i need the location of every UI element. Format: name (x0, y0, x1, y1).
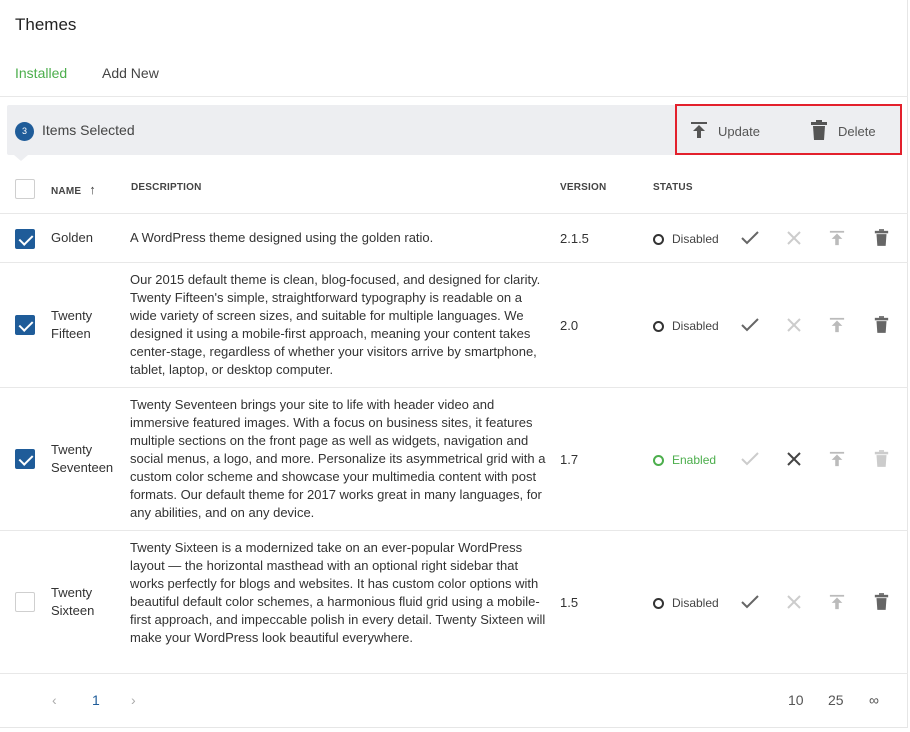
theme-name-line: Twenty (51, 585, 93, 600)
check-icon (741, 231, 759, 245)
status-label: Enabled (672, 453, 717, 467)
theme-version: 1.5 (560, 595, 579, 610)
theme-version: 2.0 (560, 318, 579, 333)
delete-button[interactable] (871, 591, 891, 611)
theme-name: Twenty Seventeen (51, 441, 126, 477)
column-header-description: DESCRIPTION (131, 182, 202, 193)
disable-button[interactable] (784, 592, 804, 612)
per-page-10[interactable]: 10 (788, 692, 804, 708)
pagination: ‹ 1 › 10 25 ∞ (0, 680, 908, 720)
sort-ascending-icon: ↑ (89, 182, 96, 197)
close-icon (787, 452, 801, 466)
row-checkbox[interactable] (15, 592, 35, 612)
status-badge: Disabled (653, 596, 719, 610)
theme-name: Twenty Sixteen (51, 584, 126, 620)
upload-icon (829, 316, 845, 334)
theme-version: 2.1.5 (560, 231, 589, 246)
delete-button[interactable] (871, 227, 891, 247)
page-number-current[interactable]: 1 (92, 692, 100, 708)
trash-icon (810, 119, 828, 143)
check-icon (741, 452, 759, 466)
disable-button[interactable] (784, 228, 804, 248)
trash-icon (874, 315, 889, 334)
theme-name: Twenty Fifteen (51, 307, 126, 343)
theme-description: Twenty Sixteen is a modernized take on a… (130, 540, 546, 645)
table-row: Twenty Fifteen Our 2015 default theme is… (0, 263, 908, 388)
update-label: Update (718, 123, 760, 139)
close-icon (787, 595, 801, 609)
check-icon (741, 595, 759, 609)
status-dot-icon (653, 233, 664, 245)
status-label: Disabled (672, 319, 719, 333)
status-badge: Disabled (653, 232, 719, 246)
status-dot-icon (653, 454, 664, 466)
enable-button[interactable] (740, 449, 760, 469)
theme-description: Twenty Seventeen brings your site to lif… (130, 397, 546, 520)
prev-page-button[interactable]: ‹ (52, 692, 57, 708)
items-selected-label: Items Selected (42, 122, 135, 138)
close-icon (787, 318, 801, 332)
delete-button[interactable] (871, 314, 891, 334)
bulk-bar-pointer (14, 155, 28, 161)
page-title: Themes (15, 15, 77, 34)
status-dot-icon (653, 597, 664, 609)
status-dot-icon (653, 320, 664, 332)
enable-button[interactable] (740, 592, 760, 612)
column-header-status: STATUS (653, 182, 693, 193)
status-badge: Enabled (653, 453, 716, 467)
theme-name-line: Twenty (51, 442, 93, 457)
next-page-button[interactable]: › (131, 692, 136, 708)
theme-description: Our 2015 default theme is clean, blog-fo… (130, 272, 541, 377)
delete-label: Delete (838, 123, 876, 139)
theme-name-line: Fifteen (51, 326, 91, 341)
tab-add-new[interactable]: Add New (102, 65, 159, 81)
delete-button[interactable] (871, 448, 891, 468)
update-button[interactable] (827, 449, 847, 469)
tab-bar: Installed Add New (0, 62, 908, 97)
disable-button[interactable] (784, 449, 804, 469)
trash-icon (874, 449, 889, 468)
table-row: Twenty Sixteen Twenty Sixteen is a moder… (0, 531, 908, 674)
status-label: Disabled (672, 596, 719, 610)
row-checkbox[interactable] (15, 315, 35, 335)
theme-description: A WordPress theme designed using the gol… (130, 230, 434, 245)
check-icon (741, 318, 759, 332)
column-header-name[interactable]: NAME ↑ (51, 182, 96, 197)
table-row: Twenty Seventeen Twenty Seventeen brings… (0, 388, 908, 531)
trash-icon (874, 228, 889, 247)
upload-icon (829, 450, 845, 468)
tab-installed[interactable]: Installed (15, 65, 67, 81)
theme-version: 1.7 (560, 452, 579, 467)
row-checkbox[interactable] (15, 449, 35, 469)
per-page-25[interactable]: 25 (828, 692, 844, 708)
bulk-update-button[interactable]: Update (690, 120, 760, 142)
theme-name-line: Seventeen (51, 460, 114, 475)
enable-button[interactable] (740, 228, 760, 248)
per-page-all[interactable]: ∞ (869, 692, 879, 708)
row-checkbox[interactable] (15, 229, 35, 249)
status-badge: Disabled (653, 319, 719, 333)
upload-icon (690, 121, 708, 142)
update-button[interactable] (827, 228, 847, 248)
theme-name-line: Sixteen (51, 603, 95, 618)
table-header: NAME ↑ DESCRIPTION VERSION STATUS (0, 170, 908, 214)
update-button[interactable] (827, 592, 847, 612)
upload-icon (829, 229, 845, 247)
selected-count-badge: 3 (15, 122, 34, 141)
select-all-checkbox[interactable] (15, 179, 35, 199)
close-icon (787, 231, 801, 245)
bulk-delete-button[interactable]: Delete (810, 119, 876, 143)
name-header-label: NAME (51, 186, 82, 197)
trash-icon (874, 592, 889, 611)
status-label: Disabled (672, 232, 719, 246)
theme-name-line: Golden (51, 230, 93, 245)
table-row: Golden A WordPress theme designed using … (0, 214, 908, 263)
theme-name-line: Twenty (51, 308, 93, 323)
update-button[interactable] (827, 315, 847, 335)
disable-button[interactable] (784, 315, 804, 335)
upload-icon (829, 593, 845, 611)
column-header-version: VERSION (560, 182, 607, 193)
theme-name: Golden (51, 229, 126, 247)
enable-button[interactable] (740, 315, 760, 335)
